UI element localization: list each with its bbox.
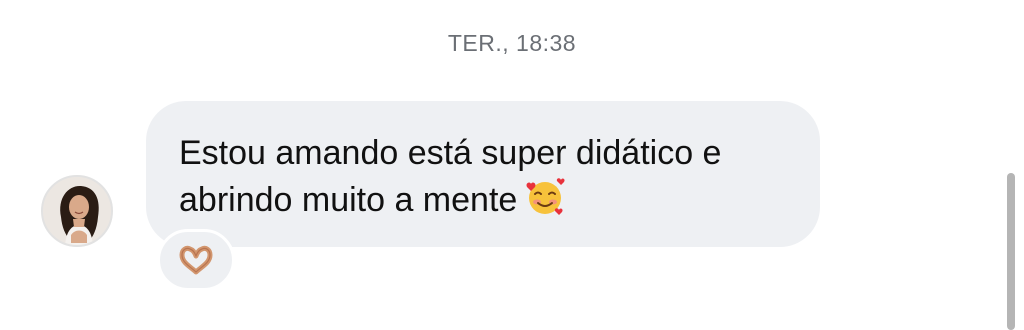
message-bubble[interactable]: Estou amando está super didático e abrin… [146,101,820,247]
heart-hands-icon [179,245,213,275]
smiling-face-with-hearts-icon [523,175,567,230]
reaction-badge[interactable] [157,229,235,291]
chat-view: TER., 18:38 Estou amando está super didá… [0,0,1024,330]
person-photo-icon [43,177,111,245]
scrollbar[interactable] [1007,173,1015,330]
message-text-line-1: Estou amando está super didático e [179,134,722,172]
sender-avatar[interactable] [41,175,113,247]
message-text-line-2: abrindo muito a mente [179,175,786,230]
message-timestamp: TER., 18:38 [447,30,577,56]
message-text-line-2-text: abrindo muito a mente [179,181,518,219]
